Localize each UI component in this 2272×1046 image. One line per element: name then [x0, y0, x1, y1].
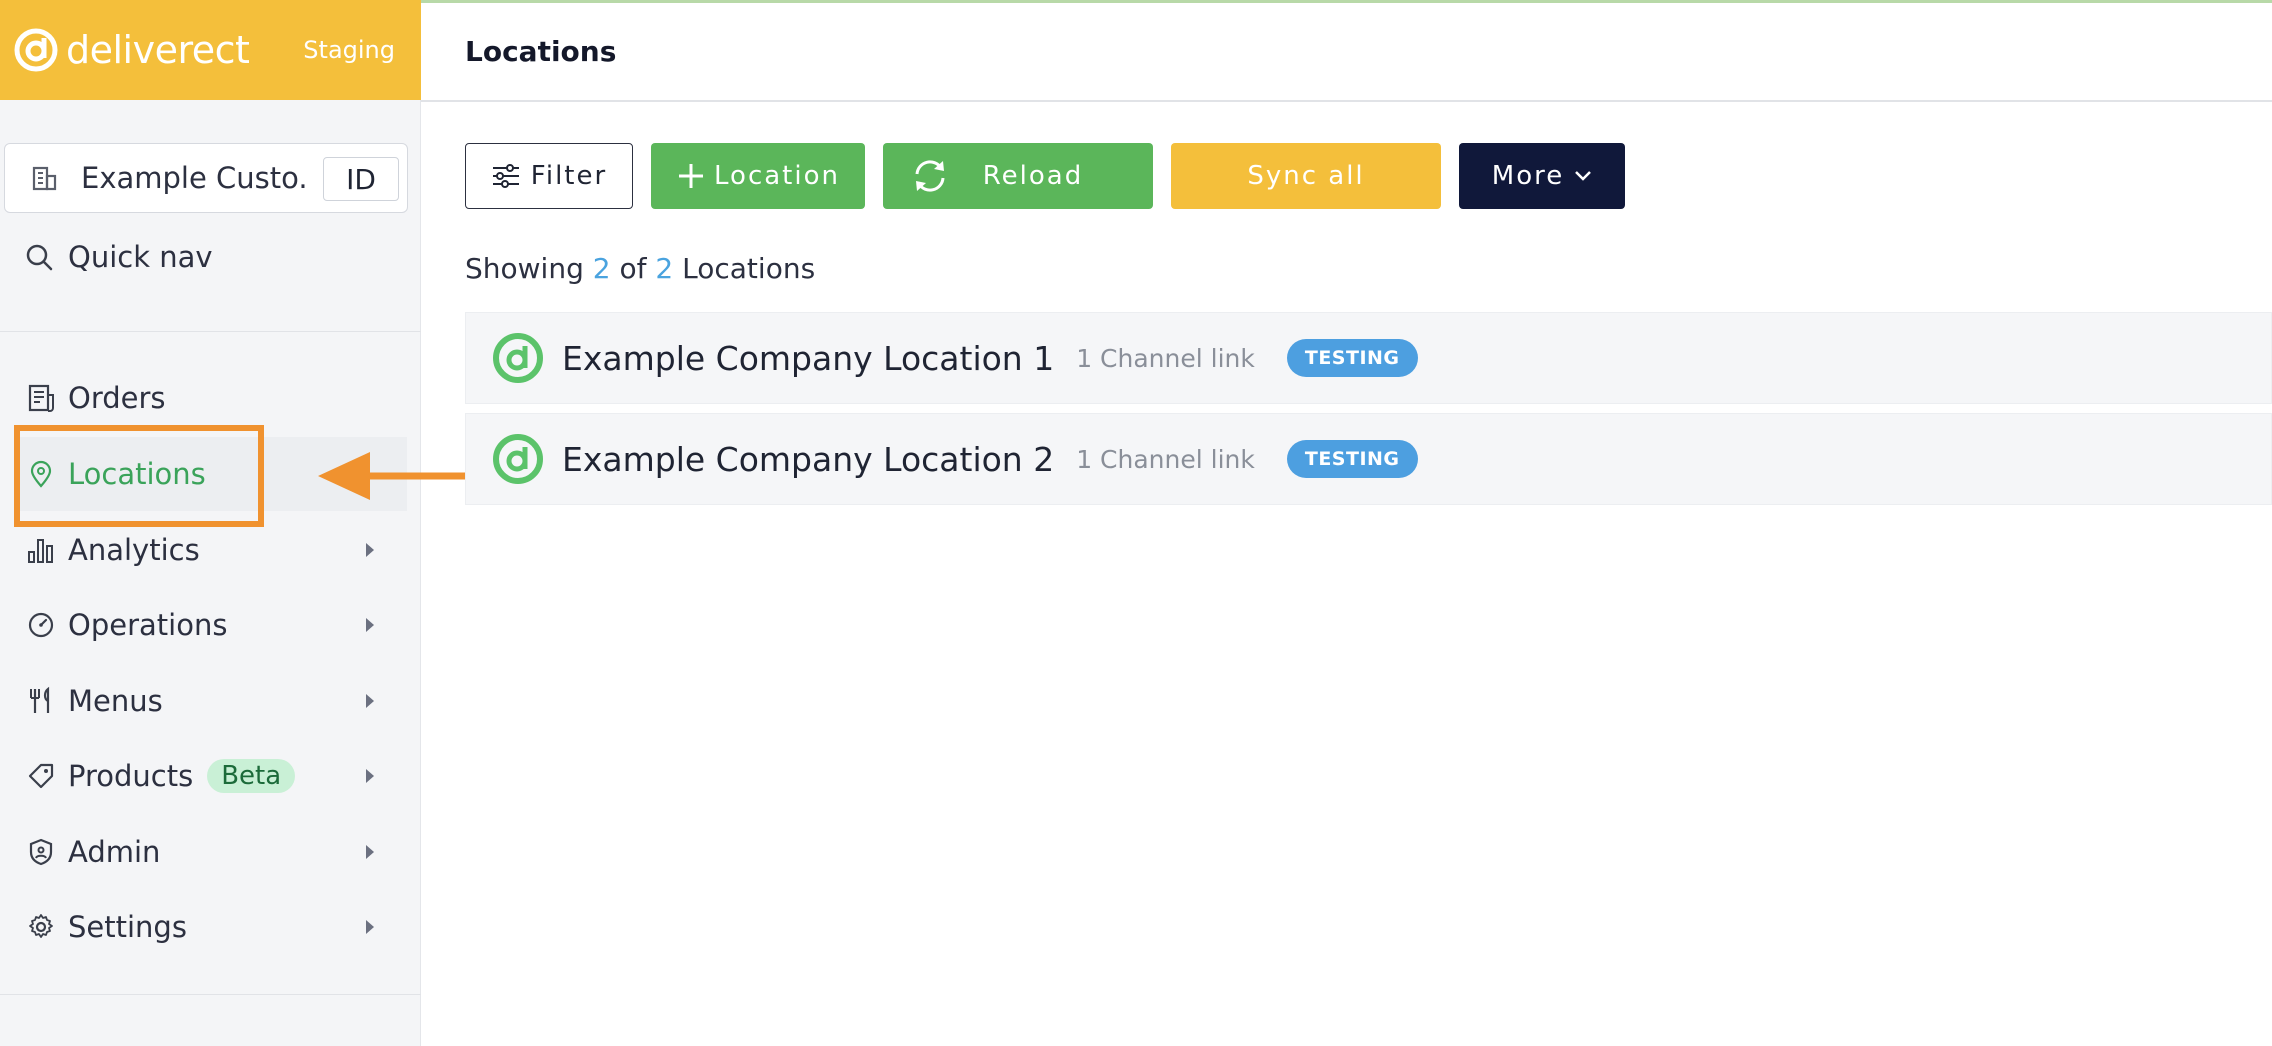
shield-icon — [24, 835, 58, 869]
status-badge: TESTING — [1286, 440, 1418, 478]
sidebar-divider — [0, 994, 421, 995]
annotation-arrow-icon — [318, 452, 478, 500]
sidebar-item-label: Analytics — [68, 533, 200, 567]
summary-shown-count: 2 — [592, 252, 611, 285]
plus-icon — [679, 164, 704, 188]
sidebar-item-label: Orders — [68, 381, 166, 415]
location-name: Example Company Location 1 — [562, 338, 1055, 378]
summary-total-count: 2 — [655, 252, 674, 285]
sidebar-item-label: Menus — [68, 684, 163, 718]
page-title: Locations — [465, 35, 617, 68]
add-location-label: Location — [714, 161, 840, 191]
chevron-right-icon — [366, 920, 374, 934]
utensils-icon — [24, 684, 58, 718]
sidebar-item-products[interactable]: Products Beta — [0, 739, 421, 813]
sidebar-item-settings[interactable]: Settings — [0, 890, 421, 964]
chevron-right-icon — [366, 694, 374, 708]
sync-all-button[interactable]: Sync all — [1171, 143, 1441, 209]
account-selector[interactable]: Example Custo... ID — [4, 143, 408, 213]
sync-all-label: Sync all — [1247, 161, 1365, 191]
deliverect-location-icon — [493, 333, 543, 383]
chevron-down-icon — [1575, 171, 1592, 181]
sliders-icon — [492, 164, 519, 188]
brand-name: deliverect — [66, 28, 250, 72]
brand-logo[interactable]: deliverect — [14, 28, 250, 72]
chevron-right-icon — [366, 543, 374, 557]
location-row[interactable]: Example Company Location 1 1 Channel lin… — [465, 312, 2272, 404]
add-location-button[interactable]: Location — [651, 143, 865, 209]
sidebar-item-label: Products — [68, 759, 194, 793]
sidebar-item-label: Settings — [68, 910, 187, 944]
chevron-right-icon — [366, 618, 374, 632]
sidebar-item-label: Operations — [68, 608, 228, 642]
receipt-icon — [24, 381, 58, 415]
refresh-icon — [915, 160, 945, 192]
results-summary: Showing 2 of 2 Locations — [465, 252, 815, 285]
sidebar-item-orders[interactable]: Orders — [0, 361, 421, 435]
status-badge: TESTING — [1286, 339, 1418, 377]
sidebar-item-label: Admin — [68, 835, 161, 869]
annotation-highlight-box — [14, 425, 264, 527]
sidebar-item-operations[interactable]: Operations — [0, 588, 421, 662]
bar-chart-icon — [24, 533, 58, 567]
brand-header: deliverect Staging — [0, 0, 421, 100]
reload-button-label: Reload — [982, 161, 1084, 191]
sidebar-divider — [0, 331, 421, 332]
deliverect-location-icon — [493, 434, 543, 484]
account-name: Example Custo... — [81, 161, 306, 195]
reload-button[interactable]: Reload — [883, 143, 1153, 209]
chevron-right-icon — [366, 769, 374, 783]
tag-icon — [24, 759, 58, 793]
sidebar-item-menus[interactable]: Menus — [0, 664, 421, 738]
gear-icon — [24, 910, 58, 944]
gauge-icon — [24, 608, 58, 642]
location-channel-count: 1 Channel link — [1076, 343, 1255, 373]
quick-nav[interactable]: Quick nav — [24, 240, 213, 274]
search-icon — [26, 244, 53, 271]
location-name: Example Company Location 2 — [562, 439, 1055, 479]
deliverect-logo-icon — [14, 28, 58, 72]
more-button-label: More — [1491, 161, 1565, 191]
building-icon — [32, 166, 57, 191]
account-id-button[interactable]: ID — [323, 157, 399, 201]
summary-suffix: Locations — [682, 252, 816, 285]
location-row[interactable]: Example Company Location 2 1 Channel lin… — [465, 413, 2272, 505]
filter-button-label: Filter — [530, 161, 608, 191]
filter-button[interactable]: Filter — [465, 143, 633, 209]
summary-of: of — [619, 252, 647, 285]
quick-nav-label: Quick nav — [68, 240, 213, 274]
top-bar: Locations — [421, 0, 2272, 102]
location-channel-count: 1 Channel link — [1076, 444, 1255, 474]
sidebar-item-admin[interactable]: Admin — [0, 815, 421, 889]
chevron-right-icon — [366, 845, 374, 859]
beta-badge: Beta — [207, 759, 296, 793]
more-button[interactable]: More — [1459, 143, 1625, 209]
summary-prefix: Showing — [465, 252, 584, 285]
environment-label: Staging — [303, 36, 395, 64]
